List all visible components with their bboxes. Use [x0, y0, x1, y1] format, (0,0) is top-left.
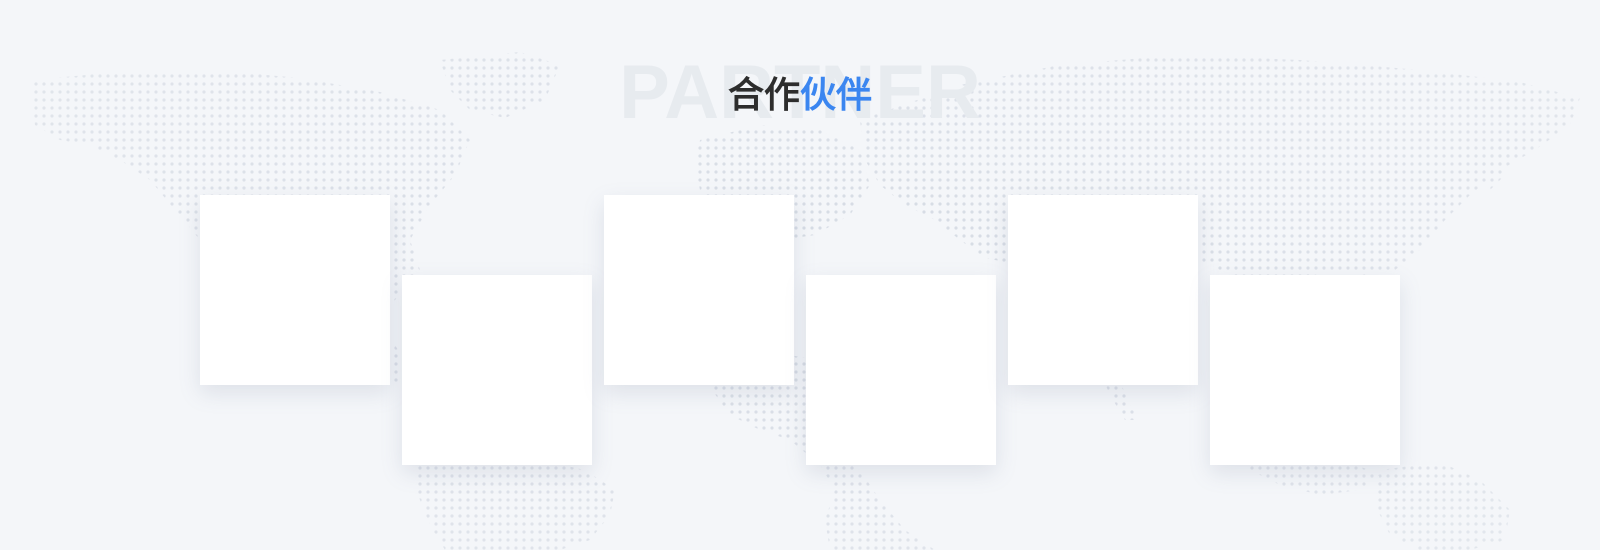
- partner-card-3[interactable]: [604, 195, 794, 385]
- partner-section: PARTNER 合作伙伴: [0, 0, 1600, 550]
- partner-card-2[interactable]: [402, 275, 592, 465]
- partner-card-5[interactable]: [1008, 195, 1198, 385]
- partner-card-6[interactable]: [1210, 275, 1400, 465]
- title-highlight: 伙伴: [800, 75, 873, 116]
- partner-card-4[interactable]: [806, 275, 996, 465]
- section-title: 合作伙伴: [0, 74, 1600, 118]
- section-header: PARTNER 合作伙伴: [0, 40, 1600, 150]
- partner-card-1[interactable]: [200, 195, 390, 385]
- title-prefix: 合作: [727, 75, 800, 116]
